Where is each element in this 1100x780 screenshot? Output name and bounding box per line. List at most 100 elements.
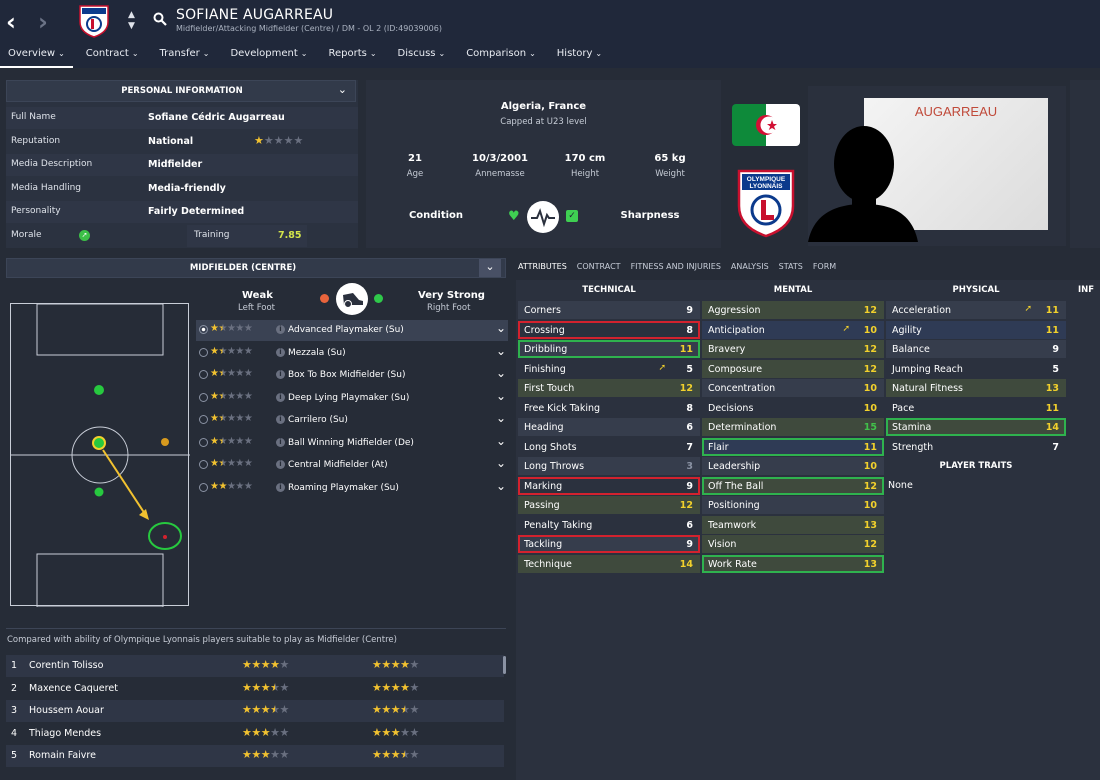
chevron-down-icon[interactable]: ⌄ <box>496 456 506 470</box>
attribute-row[interactable]: Long Shots 7 <box>518 438 700 456</box>
attribute-row[interactable]: Jumping Reach 5 <box>886 360 1066 378</box>
role-row[interactable]: ★★★★★ i Advanced Playmaker (Su) ⌄ <box>196 320 508 341</box>
radio-icon[interactable] <box>199 347 208 357</box>
attribute-row[interactable]: Technique 14 <box>518 554 700 573</box>
attribute-row[interactable]: Decisions 10 <box>702 399 884 417</box>
sort-down-icon[interactable]: ▼ <box>128 21 135 31</box>
info-icon[interactable]: i <box>276 347 285 357</box>
tab-development[interactable]: Development ⌄ <box>222 46 315 68</box>
role-row[interactable]: ★★★★★ i Central Midfielder (At) ⌄ <box>196 455 508 476</box>
role-row[interactable]: ★★★★★ i Mezzala (Su) ⌄ <box>196 343 508 364</box>
club-crest-icon[interactable] <box>78 4 110 38</box>
attribute-row[interactable]: Determination 15 <box>702 418 884 436</box>
tab-overview[interactable]: Overview ⌄ <box>0 46 73 68</box>
attribute-row[interactable]: Crossing 8 <box>518 320 700 339</box>
attribute-row[interactable]: Dribbling 11 <box>518 340 700 358</box>
tab-attributes[interactable]: ATTRIBUTES <box>518 262 567 271</box>
tab-discuss[interactable]: Discuss ⌄ <box>390 46 454 68</box>
role-row[interactable]: ★★★★★ i Roaming Playmaker (Su) ⌄ <box>196 478 508 499</box>
chevron-down-icon[interactable]: ⌄ <box>496 479 506 493</box>
attribute-row[interactable]: Positioning 10 <box>702 496 884 514</box>
attribute-row[interactable]: Passing 12 <box>518 496 700 514</box>
radio-icon[interactable] <box>199 460 208 469</box>
forward-arrow-icon[interactable]: › <box>38 8 48 36</box>
attribute-row[interactable]: Penalty Taking 6 <box>518 516 700 534</box>
attribute-row[interactable]: Balance 9 <box>886 340 1066 358</box>
attribute-row[interactable]: Anticipation ➚ 10 <box>702 320 884 339</box>
tab-contract[interactable]: Contract ⌄ <box>78 46 147 68</box>
attribute-row[interactable]: Natural Fitness 13 <box>886 379 1066 397</box>
chevron-down-icon[interactable]: ⌄ <box>496 434 506 448</box>
chevron-down-icon[interactable]: ⌄ <box>496 321 506 335</box>
tab-fitness[interactable]: FITNESS AND INJURIES <box>631 262 721 271</box>
role-row[interactable]: ★★★★★ i Carrilero (Su) ⌄ <box>196 410 508 431</box>
attribute-row[interactable]: Concentration 10 <box>702 379 884 397</box>
attribute-row[interactable]: Tackling 9 <box>518 535 700 553</box>
attribute-row[interactable]: First Touch 12 <box>518 379 700 397</box>
radio-icon[interactable] <box>199 415 208 424</box>
comparison-row[interactable]: 3 Houssem Aouar ★★★★★ ★★★★★ <box>6 700 504 722</box>
tab-transfer[interactable]: Transfer ⌄ <box>152 46 218 68</box>
role-row[interactable]: ★★★★★ i Ball Winning Midfielder (De) ⌄ <box>196 433 508 454</box>
morale-icon[interactable]: ➚ <box>79 230 90 241</box>
radio-icon[interactable] <box>199 325 208 334</box>
info-icon[interactable]: i <box>276 482 285 492</box>
attribute-row[interactable]: Agility 11 <box>886 320 1066 339</box>
chevron-down-icon[interactable]: ⌄ <box>496 344 506 358</box>
chevron-down-icon[interactable]: ⌄ <box>338 83 347 96</box>
info-icon[interactable]: i <box>276 437 285 447</box>
attribute-row[interactable]: Strength 7 <box>886 438 1066 456</box>
tab-form[interactable]: FORM <box>813 262 836 271</box>
attribute-row[interactable]: Flair 11 <box>702 437 884 456</box>
info-icon[interactable]: i <box>276 415 285 424</box>
attribute-row[interactable]: Teamwork 13 <box>702 515 884 534</box>
comparison-row[interactable]: 5 Romain Faivre ★★★★★ ★★★★★ <box>6 745 504 767</box>
radio-icon[interactable] <box>199 370 208 379</box>
comparison-row[interactable]: 4 Thiago Mendes ★★★★★ ★★★★★ <box>6 723 504 745</box>
radio-icon[interactable] <box>199 392 208 402</box>
attribute-row[interactable]: Acceleration ➚ 11 <box>886 301 1066 319</box>
sort-up-icon[interactable]: ▲ <box>128 10 135 20</box>
info-icon[interactable]: i <box>276 370 285 379</box>
role-row[interactable]: ★★★★★ i Deep Lying Playmaker (Su) ⌄ <box>196 388 508 409</box>
tab-comparison[interactable]: Comparison ⌄ <box>458 46 544 68</box>
role-stars: ★★★★★ <box>210 390 253 402</box>
attribute-row[interactable]: Stamina 14 <box>886 418 1066 436</box>
tab-analysis[interactable]: ANALYSIS <box>731 262 769 271</box>
attribute-row[interactable]: Vision 12 <box>702 535 884 553</box>
search-icon[interactable] <box>153 12 167 26</box>
attribute-row[interactable]: Pace 11 <box>886 399 1066 417</box>
attribute-row[interactable]: Work Rate 13 <box>702 554 884 573</box>
role-row[interactable]: ★★★★★ i Box To Box Midfielder (Su) ⌄ <box>196 365 508 386</box>
back-arrow-icon[interactable]: ‹ <box>6 8 16 36</box>
attribute-row[interactable]: Aggression 12 <box>702 301 884 319</box>
chevron-down-icon[interactable]: ⌄ <box>496 389 506 403</box>
info-icon[interactable]: i <box>276 325 285 334</box>
scrollbar[interactable] <box>503 656 506 674</box>
attribute-row[interactable]: Leadership 10 <box>702 457 884 475</box>
attribute-row[interactable]: Bravery 12 <box>702 340 884 358</box>
tab-reports[interactable]: Reports ⌄ <box>320 46 384 68</box>
attribute-row[interactable]: Heading 6 <box>518 418 700 436</box>
personal-info-header[interactable]: PERSONAL INFORMATION ⌄ <box>6 80 356 102</box>
comparison-row[interactable]: 2 Maxence Caqueret ★★★★★ ★★★★★ <box>6 678 504 700</box>
info-icon[interactable]: i <box>276 460 285 469</box>
chevron-down-icon[interactable]: ⌄ <box>479 259 501 277</box>
attribute-row[interactable]: Long Throws 3 <box>518 457 700 475</box>
tab-history[interactable]: History ⌄ <box>549 46 610 68</box>
tab-contract-sub[interactable]: CONTRACT <box>577 262 621 271</box>
attribute-row[interactable]: Off The Ball 12 <box>702 476 884 495</box>
attribute-row[interactable]: Corners 9 <box>518 301 700 319</box>
chevron-down-icon[interactable]: ⌄ <box>496 366 506 380</box>
radio-icon[interactable] <box>199 437 208 447</box>
attribute-row[interactable]: Marking 9 <box>518 476 700 495</box>
comparison-row[interactable]: 1 Corentin Tolisso ★★★★★ ★★★★★ <box>6 655 504 677</box>
tab-stats[interactable]: STATS <box>779 262 803 271</box>
chevron-down-icon[interactable]: ⌄ <box>496 411 506 425</box>
attribute-row[interactable]: Composure 12 <box>702 359 884 378</box>
info-icon[interactable]: i <box>276 392 285 402</box>
attribute-row[interactable]: Finishing ➚ 5 <box>518 360 700 378</box>
heartbeat-icon[interactable] <box>526 200 560 234</box>
attribute-row[interactable]: Free Kick Taking 8 <box>518 399 700 417</box>
radio-icon[interactable] <box>199 482 208 492</box>
